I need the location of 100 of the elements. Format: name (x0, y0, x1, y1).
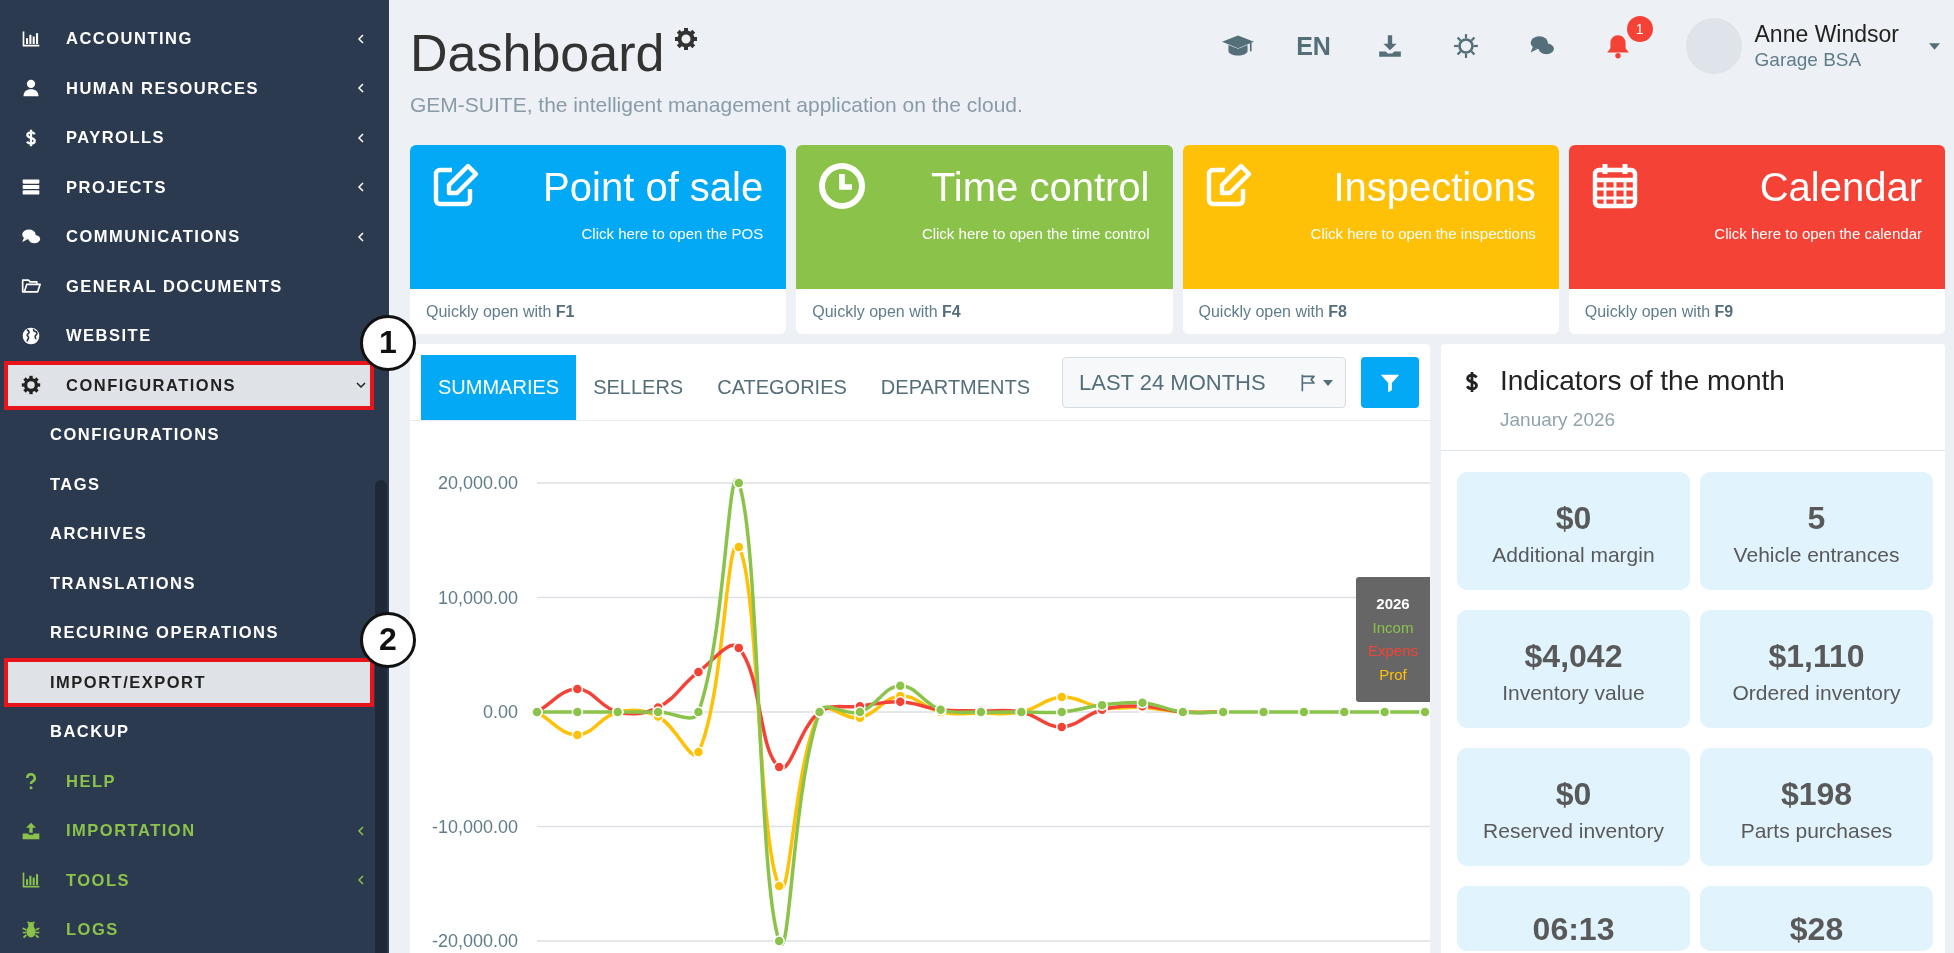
sidebar-subitem[interactable]: CONFIGURATIONS (0, 410, 231, 460)
sidebar-item[interactable]: COMMUNICATIONS (0, 212, 374, 262)
sidebar-item[interactable]: PAYROLLS (0, 113, 374, 163)
page-title: Dashboard (410, 27, 665, 79)
data-point[interactable] (571, 683, 584, 695)
indicator-value: 5 (1806, 499, 1827, 538)
sidebar-subitem[interactable]: RECURING OPERATIONS (0, 608, 289, 658)
data-point[interactable] (934, 703, 947, 716)
indicator-value: $0 (1554, 499, 1593, 538)
data-point[interactable] (1096, 699, 1108, 711)
download-icon[interactable] (1376, 33, 1403, 59)
tooltip-text: Expens (1366, 641, 1419, 661)
graduation-cap-icon[interactable] (1220, 33, 1255, 59)
data-point[interactable] (733, 642, 745, 654)
indicator-value: 06:13 (1531, 910, 1616, 949)
indicator-label: Ordered inventory (1731, 680, 1902, 706)
data-point[interactable] (612, 706, 624, 718)
data-point[interactable] (773, 761, 785, 773)
shortcut-tile[interactable]: Inspections Click here to open the inspections Quickly open with F8 (1182, 145, 1559, 334)
data-point[interactable] (773, 880, 785, 892)
sidebar-subitem[interactable]: TRANSLATIONS (0, 558, 207, 608)
tooltip-title: 2026 (1375, 594, 1411, 614)
indicator-value: $198 (1779, 775, 1854, 814)
data-point[interactable] (773, 935, 785, 947)
user-name[interactable]: Anne Windsor (1754, 21, 1899, 48)
shortcut-tile[interactable]: Calendar Click here to open the calendar Quickly open with F9 (1568, 145, 1945, 334)
tile-title: Calendar (1758, 167, 1922, 207)
bell-icon[interactable] (1604, 33, 1631, 59)
data-point[interactable] (692, 706, 705, 718)
sidebar-subitem[interactable]: IMPORT/EXPORT (4, 657, 374, 707)
sidebar-item[interactable]: IMPORTATION (0, 806, 374, 856)
sidebar-item[interactable]: HELP (0, 756, 126, 806)
sidebar-item[interactable]: GENERAL DOCUMENTS (0, 261, 293, 311)
data-point[interactable] (1056, 706, 1068, 718)
tab[interactable]: CATEGORIES (700, 355, 864, 420)
caret-icon[interactable] (1929, 42, 1940, 50)
data-point[interactable] (1378, 706, 1391, 718)
sidebar-item[interactable]: LOGS (0, 905, 129, 953)
data-point[interactable] (1136, 697, 1149, 709)
data-point[interactable] (1257, 706, 1270, 718)
data-point[interactable] (571, 706, 584, 718)
sidebar-item[interactable]: CONFIGURATIONS (4, 360, 374, 410)
indicator-value: $4,042 (1523, 637, 1624, 676)
sun-icon[interactable] (1452, 33, 1479, 59)
data-point[interactable] (975, 706, 987, 718)
data-point[interactable] (1217, 706, 1229, 718)
data-point[interactable] (1298, 706, 1310, 718)
data-point[interactable] (894, 679, 906, 692)
language-button[interactable]: EN (1296, 31, 1331, 61)
step-marker: 2 (360, 611, 416, 668)
indicator-label: Reserved inventory (1482, 818, 1665, 844)
shortcut-hint: Quickly open with F4 (812, 302, 961, 321)
indicator-label: Additional margin (1491, 542, 1656, 568)
data-point[interactable] (733, 541, 745, 553)
page-subtitle: GEM-SUITE, the intelligent management application on the cloud. (410, 92, 1023, 117)
tile-subtitle: Click here to open the calendar (1713, 225, 1922, 243)
company-name: Garage BSA (1754, 48, 1863, 71)
sidebar-subitem[interactable]: ARCHIVES (0, 509, 158, 559)
axis-label: 0.00 (482, 702, 518, 722)
settings-icon[interactable] (674, 27, 699, 51)
period-dropdown[interactable]: LAST 24 MONTHS (1062, 357, 1346, 408)
data-point[interactable] (531, 706, 543, 718)
notification-badge: 1 (1626, 16, 1653, 42)
indicator-label: Vehicle entrances (1732, 542, 1901, 568)
shortcut-hint: Quickly open with F1 (426, 302, 575, 321)
sidebar-item[interactable]: PROJECTS (0, 162, 374, 212)
indicator-value: $0 (1554, 775, 1593, 814)
data-point[interactable] (692, 666, 705, 678)
card-subtitle: January 2026 (1500, 408, 1617, 432)
data-point[interactable] (692, 746, 705, 758)
data-point[interactable] (1419, 706, 1430, 718)
data-point[interactable] (652, 706, 664, 718)
data-point[interactable] (571, 729, 584, 741)
sidebar-subitem[interactable]: TAGS (0, 459, 111, 509)
data-point[interactable] (1015, 706, 1028, 718)
tile-title: Point of sale (542, 167, 764, 207)
sidebar-item[interactable]: TOOLS (0, 855, 374, 905)
data-point[interactable] (894, 695, 906, 708)
shortcut-tile[interactable]: Time control Click here to open the time control Quickly open with F4 (796, 145, 1173, 334)
sidebar-subitem[interactable]: BACKUP (0, 707, 140, 757)
sidebar-item[interactable]: HUMAN RESOURCES (0, 63, 374, 113)
data-point[interactable] (1177, 706, 1189, 718)
indicator-value: $1,110 (1767, 637, 1866, 676)
data-point[interactable] (1338, 706, 1350, 718)
sidebar-item[interactable]: ACCOUNTING (0, 14, 374, 64)
shortcut-hint: Quickly open with F8 (1198, 302, 1347, 321)
tab[interactable]: DEPARTMENTS (863, 355, 1048, 420)
data-point[interactable] (1056, 691, 1068, 703)
sidebar-item[interactable]: WEBSITE (0, 311, 162, 361)
shortcut-tile[interactable]: Point of sale Click here to open the POS Quickly open with F1 (410, 145, 787, 334)
data-point[interactable] (813, 706, 826, 718)
indicator-value: $28 (1788, 910, 1845, 949)
tile-title: Time control (929, 167, 1150, 207)
indicator-label: Inventory value (1501, 680, 1646, 706)
tile-subtitle: Click here to open the inspections (1309, 225, 1536, 243)
tab[interactable]: SELLERS (576, 355, 701, 420)
filter-button[interactable] (1361, 357, 1419, 408)
data-point[interactable] (1056, 721, 1068, 733)
data-point[interactable] (854, 706, 866, 718)
data-point[interactable] (733, 477, 745, 489)
